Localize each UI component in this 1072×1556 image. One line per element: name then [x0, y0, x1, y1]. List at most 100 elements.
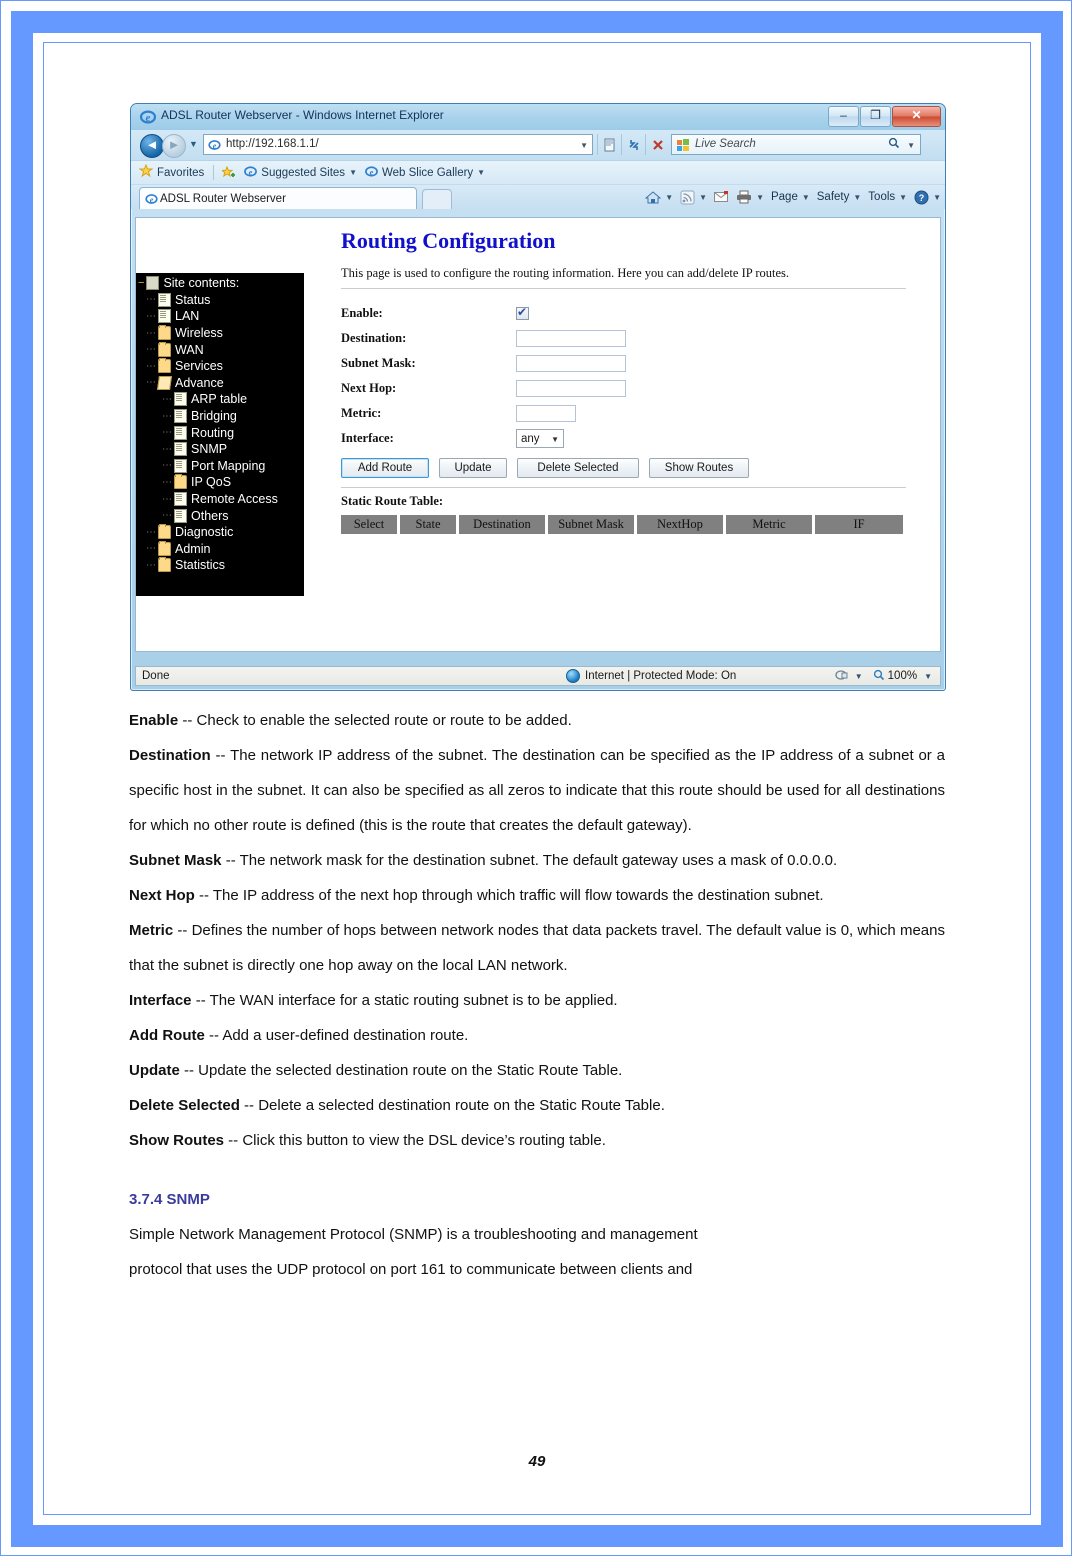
close-button[interactable]: ✕: [892, 106, 941, 127]
zoom-icon[interactable]: [873, 669, 885, 684]
web-slice-gallery-item[interactable]: e Web Slice Gallery ▼: [365, 165, 485, 181]
favorites-separator: [213, 165, 215, 180]
sidebar-item-routing[interactable]: ⋯ Routing: [136, 424, 304, 441]
tools-menu-button[interactable]: Tools ▼: [868, 191, 907, 203]
chevron-down-icon[interactable]: ▼: [665, 193, 673, 202]
site-root-icon: [146, 276, 160, 291]
read-mail-button[interactable]: [714, 191, 729, 203]
compatibility-view-icon[interactable]: [597, 134, 621, 155]
suggested-sites-icon: e: [244, 165, 258, 181]
tree-connector: ⋯: [146, 294, 156, 306]
privacy-report-icon[interactable]: [835, 668, 849, 685]
chevron-down-icon[interactable]: ▼: [477, 168, 485, 177]
sidebar-item-diagnostic[interactable]: ⋯ Diagnostic: [136, 524, 304, 541]
search-dropdown-icon[interactable]: ▼: [907, 141, 915, 150]
zoom-level-text[interactable]: 100%: [888, 670, 917, 682]
svg-text:e: e: [249, 167, 253, 176]
browser-window-screenshot: e ADSL Router Webserver - Windows Intern…: [130, 103, 946, 691]
zoom-caret-icon[interactable]: ▼: [924, 672, 932, 681]
sidebar-item-label: Others: [191, 508, 229, 523]
search-input[interactable]: Live Search ▼: [671, 134, 921, 155]
page-menu-button[interactable]: Page ▼: [771, 191, 810, 203]
help-icon: ?: [914, 190, 929, 204]
doc-icon: [174, 458, 187, 473]
sidebar-item-statistics[interactable]: ⋯ Statistics: [136, 557, 304, 574]
sidebar-item-label: IP QoS: [191, 475, 232, 490]
help-menu-button[interactable]: ? ▼: [914, 190, 941, 205]
sidebar-item-services[interactable]: ⋯ Services: [136, 358, 304, 375]
sidebar-item-snmp[interactable]: ⋯ SNMP: [136, 441, 304, 458]
chevron-down-icon[interactable]: ▼: [802, 193, 810, 202]
sidebar-item-wireless[interactable]: ⋯ Wireless: [136, 325, 304, 342]
maximize-button[interactable]: ❐: [860, 106, 891, 127]
next-hop-input[interactable]: [516, 380, 626, 397]
recent-pages-caret-icon[interactable]: ▼: [189, 139, 198, 149]
address-input[interactable]: e http://192.168.1.1/ ▼: [203, 134, 593, 155]
sidebar-item-lan[interactable]: ⋯ LAN: [136, 308, 304, 325]
update-button[interactable]: Update: [439, 458, 507, 478]
sidebar-item-remote-access[interactable]: ⋯ Remote Access: [136, 491, 304, 508]
forward-button[interactable]: ►: [162, 134, 186, 158]
security-zone-text: Internet | Protected Mode: On: [585, 670, 737, 682]
print-button[interactable]: ▼: [736, 190, 764, 204]
chevron-down-icon[interactable]: ▼: [699, 193, 707, 202]
form-row-enable: Enable:: [341, 301, 940, 326]
delete-selected-button[interactable]: Delete Selected: [517, 458, 639, 478]
mail-icon: [714, 191, 729, 202]
sidebar-item-wan[interactable]: ⋯ WAN: [136, 341, 304, 358]
doc-paragraph: Next Hop -- The IP address of the next h…: [129, 878, 945, 913]
new-tab-button[interactable]: [422, 189, 452, 209]
sidebar-item-admin[interactable]: ⋯ Admin: [136, 540, 304, 558]
security-zone-indicator[interactable]: Internet | Protected Mode: On: [566, 669, 736, 683]
chevron-down-icon[interactable]: ▼: [349, 168, 357, 177]
table-column-header-label: NextHop: [657, 517, 703, 531]
home-button[interactable]: ▼: [645, 190, 673, 205]
doc-paragraph: Show Routes -- Click this button to view…: [129, 1123, 945, 1158]
doc-term-body: -- Add a user-defined destination route.: [204, 1027, 469, 1044]
sidebar-item-status[interactable]: ⋯ Status: [136, 292, 304, 309]
show-routes-button[interactable]: Show Routes: [649, 458, 749, 478]
chevron-down-icon[interactable]: ▼: [853, 193, 861, 202]
chevron-down-icon[interactable]: ▼: [756, 193, 764, 202]
add-route-button[interactable]: Add Route: [341, 458, 429, 478]
address-dropdown-icon[interactable]: ▼: [580, 141, 588, 150]
metric-input[interactable]: [516, 405, 576, 422]
expand-collapse-icon[interactable]: −: [138, 277, 144, 289]
window-title: ADSL Router Webserver - Windows Internet…: [161, 108, 444, 122]
page-favicon-icon: e: [208, 140, 221, 150]
web-slice-gallery-label: Web Slice Gallery: [381, 166, 474, 179]
destination-input[interactable]: [516, 330, 626, 347]
address-bar-row: ◄ ► ▼ e http://192.168.1.1/ ▼ Live Searc…: [131, 130, 945, 160]
feeds-button[interactable]: ▼: [680, 190, 707, 205]
interface-select[interactable]: any ▼: [516, 429, 564, 448]
interface-selected-value: any: [521, 432, 540, 445]
sidebar-item-ip-qos[interactable]: ⋯ IP QoS: [136, 474, 304, 491]
privacy-caret-icon[interactable]: ▼: [855, 672, 863, 681]
safety-menu-button[interactable]: Safety ▼: [817, 191, 862, 203]
sidebar-item-port-mapping[interactable]: ⋯ Port Mapping: [136, 458, 304, 475]
tree-root[interactable]: − Site contents:: [136, 275, 304, 292]
enable-checkbox[interactable]: [516, 305, 529, 320]
table-column-header-label: Subnet Mask: [558, 517, 624, 531]
status-bar-right: ▼ 100% ▼: [835, 668, 932, 685]
sidebar-item-others[interactable]: ⋯ Others: [136, 507, 304, 524]
tab-adsl-router-webserver[interactable]: e ADSL Router Webserver: [139, 187, 417, 209]
minimize-button[interactable]: –: [828, 106, 859, 127]
back-button[interactable]: ◄: [140, 134, 164, 158]
sidebar-item-label: Statistics: [175, 558, 226, 573]
chevron-down-icon[interactable]: ▼: [899, 193, 907, 202]
subnet-mask-input[interactable]: [516, 355, 626, 372]
doc-paragraph: Metric -- Defines the number of hops bet…: [129, 913, 945, 983]
chevron-down-icon[interactable]: ▼: [933, 193, 941, 202]
suggested-sites-item[interactable]: e Suggested Sites ▼: [244, 165, 357, 181]
favorites-button[interactable]: Favorites: [138, 163, 204, 181]
internet-zone-icon: [566, 669, 580, 683]
table-column-header: Subnet Mask: [548, 515, 634, 534]
add-to-favorites-bar-icon[interactable]: [222, 165, 236, 180]
sidebar-item-bridging[interactable]: ⋯ Bridging: [136, 408, 304, 425]
sidebar-item-advance[interactable]: ⋯ Advance: [136, 375, 304, 392]
search-icon[interactable]: [888, 137, 900, 152]
refresh-icon[interactable]: [621, 134, 645, 155]
sidebar-item-arp-table[interactable]: ⋯ ARP table: [136, 391, 304, 408]
stop-icon[interactable]: [645, 134, 669, 155]
